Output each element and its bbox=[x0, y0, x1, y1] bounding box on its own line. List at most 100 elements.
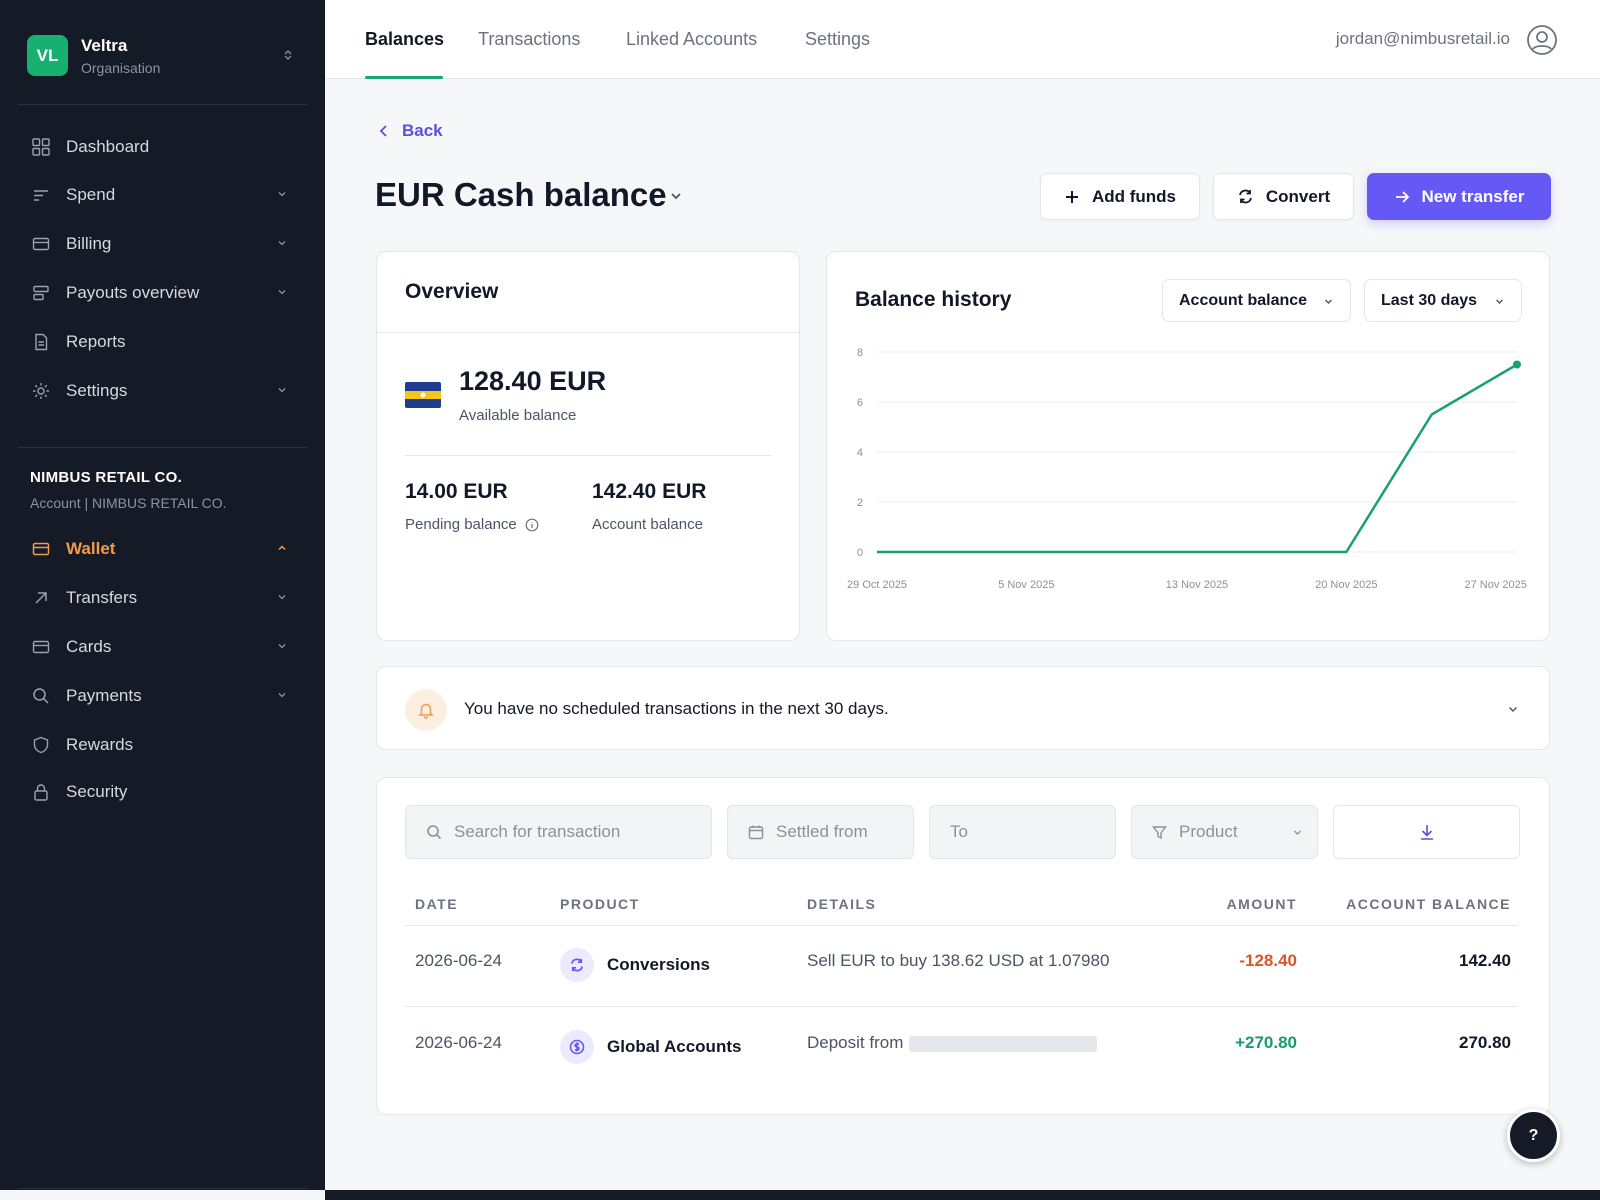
sidebar-item-security[interactable]: Security bbox=[30, 777, 298, 807]
data-point bbox=[1513, 360, 1521, 369]
new-transfer-label: New transfer bbox=[1421, 186, 1525, 206]
overview-title: Overview bbox=[405, 280, 499, 303]
search-icon bbox=[30, 685, 52, 707]
overview-card: Overview 128.40 EUR Available balance 14… bbox=[376, 251, 800, 641]
account-balance-amount: 142.40 EUR bbox=[592, 480, 707, 503]
row-amount: +270.80 bbox=[1235, 1033, 1297, 1052]
chevron-down-icon bbox=[1496, 299, 1503, 304]
chevron-down-icon[interactable] bbox=[1507, 703, 1519, 715]
chevron-left-icon bbox=[379, 125, 387, 137]
convert-button[interactable]: Convert bbox=[1213, 173, 1354, 220]
table-divider bbox=[405, 1006, 1517, 1007]
expand-collapse-icon[interactable] bbox=[283, 50, 293, 63]
row-balance: 270.80 bbox=[1459, 1033, 1511, 1052]
convert-label: Convert bbox=[1265, 186, 1331, 206]
bars-icon bbox=[30, 184, 52, 206]
tab-linked-accounts[interactable]: Linked Accounts bbox=[626, 29, 757, 50]
sidebar-item-rewards[interactable]: Rewards bbox=[30, 730, 298, 760]
chevron-down-icon bbox=[278, 290, 286, 295]
balance-switcher-chevron-icon[interactable] bbox=[668, 188, 684, 204]
org-subtitle: Organisation bbox=[81, 59, 161, 76]
chevron-down-icon bbox=[278, 192, 286, 197]
sidebar-item-transfers[interactable]: Transfers bbox=[30, 583, 298, 613]
back-link[interactable]: Back bbox=[378, 121, 443, 141]
add-funds-button[interactable]: Add funds bbox=[1040, 173, 1200, 220]
row-balance: 142.40 bbox=[1459, 951, 1511, 970]
sidebar-item-spend[interactable]: Spend bbox=[30, 180, 298, 210]
metric-select-value: Account balance bbox=[1179, 291, 1308, 309]
product-placeholder: Product bbox=[1179, 822, 1238, 841]
org-name: Veltra bbox=[81, 35, 128, 55]
sidebar-item-label: Reports bbox=[66, 332, 126, 351]
document-icon bbox=[30, 331, 52, 353]
convert-icon bbox=[560, 948, 594, 982]
card-icon bbox=[30, 636, 52, 658]
sidebar-item-wallet[interactable]: Wallet bbox=[30, 534, 298, 564]
download-icon bbox=[1420, 825, 1433, 840]
arrow-right-icon bbox=[1395, 190, 1409, 203]
sidebar-item-label: Payments bbox=[66, 686, 142, 705]
calendar-icon bbox=[748, 825, 764, 840]
settled-from-placeholder: Settled from bbox=[776, 822, 868, 841]
sidebar-item-reports[interactable]: Reports bbox=[30, 327, 298, 357]
chevron-up-icon bbox=[278, 545, 286, 551]
metric-select[interactable]: Account balance bbox=[1162, 279, 1351, 322]
chevron-down-icon bbox=[278, 241, 286, 246]
user-avatar-icon[interactable] bbox=[1526, 24, 1558, 56]
sidebar-item-billing[interactable]: Billing bbox=[30, 229, 298, 259]
row-date: 2026-06-24 bbox=[415, 1033, 502, 1052]
y-tick-label: 0 bbox=[857, 547, 863, 559]
sidebar-item-label: Transfers bbox=[66, 588, 138, 607]
product-filter-select[interactable]: Product bbox=[1131, 805, 1318, 859]
currency-icon bbox=[560, 1030, 594, 1064]
to-date-input[interactable]: To bbox=[929, 805, 1116, 859]
column-header-details[interactable]: DETAILS bbox=[807, 896, 876, 912]
scheduled-transactions-banner[interactable]: You have no scheduled transactions in th… bbox=[376, 666, 1550, 750]
column-header-account-balance[interactable]: ACCOUNT BALANCE bbox=[1346, 896, 1511, 912]
new-transfer-button[interactable]: New transfer bbox=[1367, 173, 1551, 220]
help-button[interactable]: ? bbox=[1507, 1109, 1560, 1162]
user-email[interactable]: jordan@nimbusretail.io bbox=[1336, 29, 1510, 49]
arrow-up-right-icon bbox=[30, 587, 52, 609]
row-product: Conversions bbox=[607, 955, 710, 974]
search-input[interactable]: Search for transaction bbox=[405, 805, 712, 859]
shield-icon bbox=[30, 734, 52, 756]
y-tick-label: 8 bbox=[857, 347, 863, 359]
page-title: EUR Cash balance bbox=[375, 176, 667, 213]
range-select[interactable]: Last 30 days bbox=[1364, 279, 1522, 322]
x-tick-label: 27 Nov 2025 bbox=[1464, 579, 1526, 591]
eu-flag-icon bbox=[405, 382, 441, 408]
chevron-down-icon bbox=[278, 644, 286, 649]
column-header-product[interactable]: PRODUCT bbox=[560, 896, 640, 912]
balance-history-card: Balance history Account balance Last 30 … bbox=[826, 251, 1550, 641]
wallet-icon bbox=[30, 538, 52, 560]
y-tick-label: 6 bbox=[857, 397, 863, 409]
sidebar-item-cards[interactable]: Cards bbox=[30, 632, 298, 662]
chevron-down-icon bbox=[278, 388, 286, 393]
divider bbox=[377, 332, 799, 333]
balance-history-title: Balance history bbox=[855, 288, 1012, 311]
tab-transactions[interactable]: Transactions bbox=[478, 29, 580, 50]
sidebar-item-dashboard[interactable]: Dashboard bbox=[30, 132, 298, 162]
x-tick-label: 20 Nov 2025 bbox=[1315, 579, 1377, 591]
settled-from-input[interactable]: Settled from bbox=[727, 805, 914, 859]
tab-settings[interactable]: Settings bbox=[805, 29, 870, 50]
sidebar-item-payments[interactable]: Payments bbox=[30, 681, 298, 711]
tab-balances[interactable]: Balances bbox=[365, 29, 444, 50]
org-switcher[interactable]: VL Veltra Organisation bbox=[27, 35, 160, 76]
info-icon[interactable] bbox=[525, 518, 539, 532]
x-tick-label: 29 Oct 2025 bbox=[847, 579, 907, 591]
download-button[interactable] bbox=[1333, 805, 1520, 859]
chevron-down-icon bbox=[1294, 830, 1301, 835]
column-header-date[interactable]: DATE bbox=[415, 896, 458, 912]
chevron-down-icon bbox=[278, 595, 286, 600]
sidebar-item-label: Spend bbox=[66, 185, 116, 204]
column-header-amount[interactable]: AMOUNT bbox=[1227, 896, 1297, 912]
sidebar-item-label: Security bbox=[66, 782, 128, 801]
transactions-card: Search for transaction Settled from To P… bbox=[376, 777, 1550, 1115]
sidebar-item-payouts-overview[interactable]: Payouts overview bbox=[30, 278, 298, 308]
y-tick-label: 2 bbox=[857, 497, 863, 509]
redacted-sender bbox=[909, 1035, 1098, 1052]
account-balance-label: Account balance bbox=[592, 516, 703, 533]
sidebar-item-settings[interactable]: Settings bbox=[30, 376, 298, 406]
